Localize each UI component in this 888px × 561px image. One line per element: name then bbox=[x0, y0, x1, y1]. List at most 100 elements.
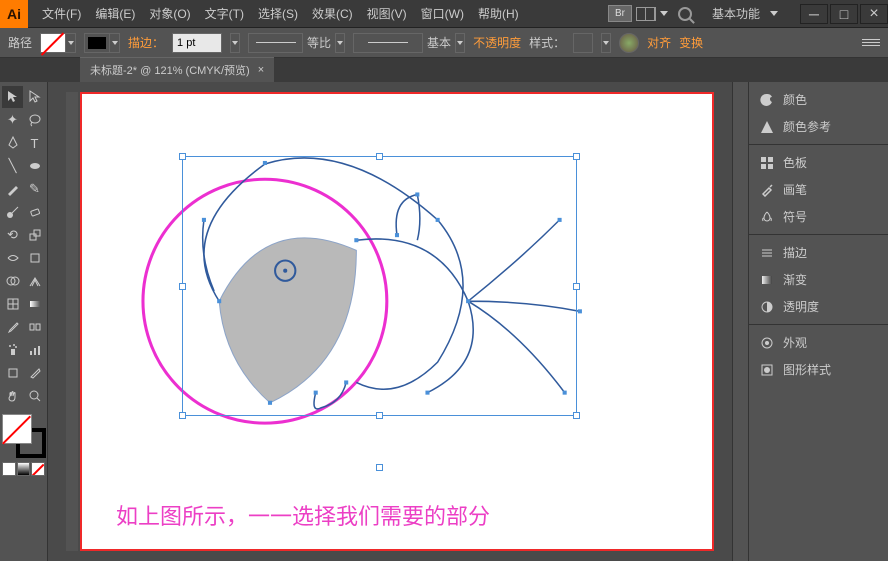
panel-gradient[interactable]: 渐变 bbox=[749, 266, 888, 293]
style-swatch[interactable] bbox=[573, 33, 593, 53]
none-mode[interactable] bbox=[31, 462, 45, 476]
stroke-icon bbox=[759, 245, 775, 261]
panel-collapse-strip[interactable] bbox=[732, 82, 748, 561]
tab-close-button[interactable]: × bbox=[258, 64, 264, 76]
panel-brushes[interactable]: 画笔 bbox=[749, 176, 888, 203]
stroke-swatch-group[interactable] bbox=[84, 33, 120, 53]
pen-tool[interactable] bbox=[2, 132, 23, 154]
handle-e[interactable] bbox=[573, 283, 580, 290]
maximize-button[interactable]: □ bbox=[830, 4, 858, 24]
handle-s[interactable] bbox=[376, 412, 383, 419]
minimize-button[interactable]: ─ bbox=[800, 4, 828, 24]
profile-icon bbox=[248, 33, 303, 53]
menu-help[interactable]: 帮助(H) bbox=[472, 1, 525, 26]
stroke-weight-input[interactable]: 1 pt bbox=[172, 33, 222, 53]
ellipse-tool[interactable] bbox=[24, 155, 45, 177]
artboard[interactable]: 如上图所示，一一选择我们需要的部分 bbox=[80, 92, 714, 551]
swatches-icon bbox=[759, 155, 775, 171]
panel-graphic-styles[interactable]: 图形样式 bbox=[749, 356, 888, 383]
panel-menu-icon[interactable] bbox=[862, 34, 880, 52]
free-transform-tool[interactable] bbox=[24, 247, 45, 269]
opacity-label[interactable]: 不透明度 bbox=[473, 34, 521, 51]
rotate-handle[interactable] bbox=[376, 464, 383, 471]
style-dd[interactable] bbox=[601, 33, 611, 53]
options-bar: 路径 描边： 1 pt 等比 基本 不透明度 样式： 对齐 变换 bbox=[0, 28, 888, 58]
brush-label: 基本 bbox=[427, 34, 451, 51]
gradient-tool[interactable] bbox=[24, 293, 45, 315]
canvas-area: 如上图所示，一一选择我们需要的部分 bbox=[48, 82, 732, 561]
handle-w[interactable] bbox=[179, 283, 186, 290]
fill-swatch bbox=[40, 33, 66, 53]
symbols-icon bbox=[759, 209, 775, 225]
handle-nw[interactable] bbox=[179, 153, 186, 160]
color-mode[interactable] bbox=[2, 462, 16, 476]
style-label: 样式： bbox=[529, 34, 565, 51]
menu-window[interactable]: 窗口(W) bbox=[415, 1, 470, 26]
rotate-tool[interactable]: ⟲ bbox=[2, 224, 23, 246]
slice-tool[interactable] bbox=[24, 362, 45, 384]
fill-swatch-group[interactable] bbox=[40, 33, 76, 53]
line-tool[interactable]: ╲ bbox=[2, 155, 23, 177]
menu-view[interactable]: 视图(V) bbox=[361, 1, 413, 26]
search-icon[interactable] bbox=[678, 7, 692, 21]
perspective-grid-tool[interactable] bbox=[24, 270, 45, 292]
hand-tool[interactable] bbox=[2, 385, 23, 407]
menu-effect[interactable]: 效果(C) bbox=[306, 1, 359, 26]
gradient-mode[interactable] bbox=[17, 462, 31, 476]
eyedropper-tool[interactable] bbox=[2, 316, 23, 338]
transform-label[interactable]: 变换 bbox=[679, 34, 703, 51]
type-tool[interactable]: T bbox=[24, 132, 45, 154]
panel-symbols[interactable]: 符号 bbox=[749, 203, 888, 230]
panel-swatches[interactable]: 色板 bbox=[749, 149, 888, 176]
panel-transparency[interactable]: 透明度 bbox=[749, 293, 888, 320]
handle-se[interactable] bbox=[573, 412, 580, 419]
stroke-label: 描边： bbox=[128, 34, 164, 51]
workspace-switcher[interactable]: 基本功能 bbox=[702, 2, 788, 25]
menu-type[interactable]: 文字(T) bbox=[199, 1, 250, 26]
fill-stroke-indicator[interactable] bbox=[2, 414, 46, 458]
menu-edit[interactable]: 编辑(E) bbox=[89, 1, 141, 26]
handle-ne[interactable] bbox=[573, 153, 580, 160]
stroke-weight-dd[interactable] bbox=[230, 33, 240, 53]
appearance-icon bbox=[759, 335, 775, 351]
selection-tool[interactable] bbox=[2, 86, 23, 108]
panel-color-guide[interactable]: 颜色参考 bbox=[749, 113, 888, 140]
mesh-tool[interactable] bbox=[2, 293, 23, 315]
handle-sw[interactable] bbox=[179, 412, 186, 419]
align-label[interactable]: 对齐 bbox=[647, 34, 671, 51]
paintbrush-tool[interactable] bbox=[2, 178, 23, 200]
bridge-button[interactable]: Br bbox=[608, 5, 632, 22]
handle-n[interactable] bbox=[376, 153, 383, 160]
layout-dropdown[interactable] bbox=[660, 11, 668, 16]
menu-object[interactable]: 对象(O) bbox=[143, 1, 196, 26]
width-tool[interactable] bbox=[2, 247, 23, 269]
brush-icon bbox=[759, 182, 775, 198]
menu-select[interactable]: 选择(S) bbox=[252, 1, 304, 26]
layout-icon[interactable] bbox=[636, 7, 656, 21]
zoom-tool[interactable] bbox=[24, 385, 45, 407]
scale-tool[interactable] bbox=[24, 224, 45, 246]
workspace-label: 基本功能 bbox=[712, 5, 760, 22]
document-tab[interactable]: 未标题-2* @ 121% (CMYK/预览) × bbox=[80, 57, 274, 82]
profile-dropdown[interactable]: 等比 bbox=[248, 33, 345, 53]
blob-brush-tool[interactable] bbox=[2, 201, 23, 223]
blend-tool[interactable] bbox=[24, 316, 45, 338]
recolor-button[interactable] bbox=[619, 33, 639, 53]
column-graph-tool[interactable] bbox=[24, 339, 45, 361]
lasso-tool[interactable] bbox=[24, 109, 45, 131]
brush-icon bbox=[353, 33, 423, 53]
direct-selection-tool[interactable] bbox=[24, 86, 45, 108]
panel-color[interactable]: 颜色 bbox=[749, 86, 888, 113]
pencil-tool[interactable]: ✎ bbox=[24, 178, 45, 200]
artboard-tool[interactable] bbox=[2, 362, 23, 384]
panel-stroke[interactable]: 描边 bbox=[749, 239, 888, 266]
magic-wand-tool[interactable]: ✦ bbox=[2, 109, 23, 131]
brush-dropdown[interactable]: 基本 bbox=[353, 33, 465, 53]
panel-dock-handle[interactable] bbox=[66, 92, 78, 551]
symbol-sprayer-tool[interactable] bbox=[2, 339, 23, 361]
panel-appearance[interactable]: 外观 bbox=[749, 329, 888, 356]
menu-file[interactable]: 文件(F) bbox=[36, 1, 87, 26]
eraser-tool[interactable] bbox=[24, 201, 45, 223]
close-button[interactable]: × bbox=[860, 4, 888, 24]
shape-builder-tool[interactable] bbox=[2, 270, 23, 292]
